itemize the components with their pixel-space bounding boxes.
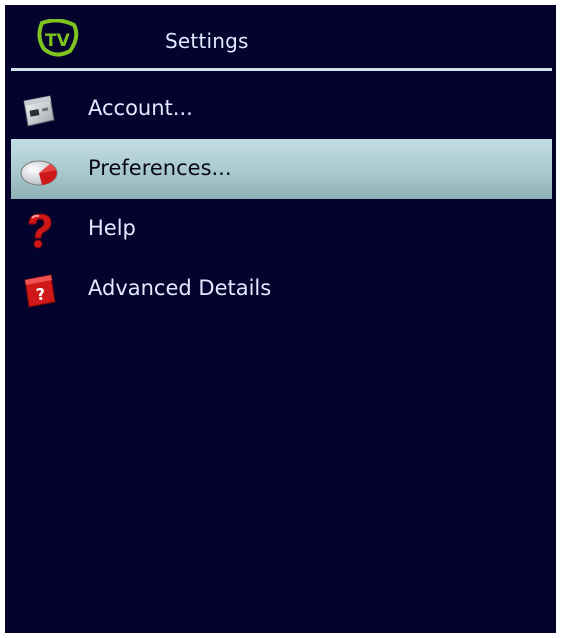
menu-item-label: Help (88, 216, 136, 240)
menu-item-label: Preferences... (88, 156, 232, 180)
settings-menu: Account... Preferences... Help ? Advance… (11, 79, 552, 319)
menu-item-account[interactable]: Account... (11, 79, 552, 139)
menu-item-help[interactable]: Help (11, 199, 552, 259)
menu-item-preferences[interactable]: Preferences... (11, 139, 552, 199)
title-divider (11, 68, 552, 71)
menu-item-label: Account... (88, 96, 193, 120)
preferences-icon (20, 160, 58, 186)
menu-item-advanced-details[interactable]: ? Advanced Details (11, 259, 552, 319)
settings-screen: TV Settings Account... Preferences... He… (5, 5, 556, 633)
tv-logo-icon: TV (37, 19, 79, 57)
tv-logo-text: TV (45, 31, 71, 51)
advanced-details-icon: ? (24, 274, 56, 308)
menu-item-label: Advanced Details (88, 276, 272, 300)
title-bar: TV Settings (5, 5, 556, 69)
help-icon (28, 213, 52, 249)
account-icon (23, 95, 55, 127)
page-title: Settings (165, 29, 249, 53)
